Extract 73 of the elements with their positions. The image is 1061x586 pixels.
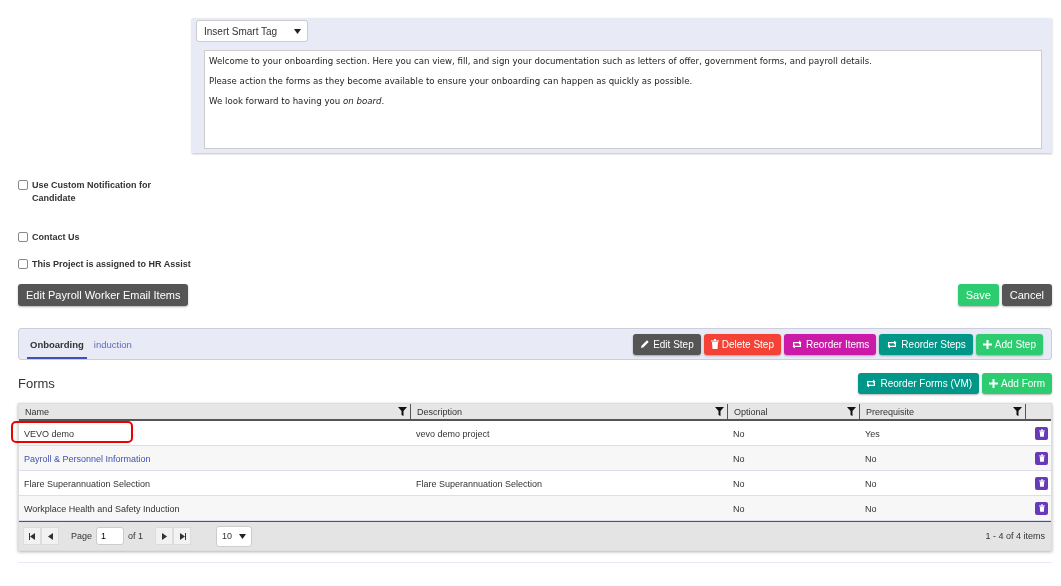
checkbox-label: Use Custom Notification for Candidate xyxy=(32,179,152,205)
repeat-icon xyxy=(886,339,899,349)
first-page-icon xyxy=(28,532,36,540)
action-button[interactable]: Cancel xyxy=(1001,284,1052,306)
page-size-dropdown[interactable]: 10 xyxy=(216,525,253,547)
column-header[interactable]: Description xyxy=(417,406,463,417)
filter-icon[interactable] xyxy=(1013,407,1022,416)
step-button[interactable]: Delete Step xyxy=(703,333,781,355)
delete-button[interactable] xyxy=(1035,476,1048,490)
step-tab[interactable]: Onboarding xyxy=(27,331,87,359)
next-page-button[interactable] xyxy=(155,527,174,545)
table-cell: Flare Superannuation Selection xyxy=(24,479,151,489)
table-cell-text: No xyxy=(864,454,878,464)
caret-icon xyxy=(239,533,247,539)
trash-icon xyxy=(1038,454,1045,462)
page-field[interactable]: 1 xyxy=(96,527,125,545)
page-count: of 1 xyxy=(128,531,144,541)
table-cell-text: Flare Superannuation Selection xyxy=(415,479,544,489)
table-cell-text: No xyxy=(864,479,878,489)
table-cell-text: Yes xyxy=(864,429,881,439)
caret-icon xyxy=(294,28,301,34)
step-tab[interactable]: induction xyxy=(90,331,135,359)
message-paragraph: We look forward to having you on board. xyxy=(209,96,386,106)
column-header[interactable]: Prerequisite xyxy=(866,406,915,417)
trash-icon xyxy=(1038,479,1045,487)
form-button[interactable]: Reorder Forms (VM) xyxy=(858,373,980,394)
table-cell-text: No xyxy=(732,504,746,514)
message-paragraph: Please action the forms as they become available to ensure your onboarding can happen as quickly as possible. xyxy=(209,76,694,86)
trash-icon xyxy=(1038,504,1045,512)
table-cell: VEVO demo xyxy=(24,429,75,439)
trash-icon xyxy=(710,339,719,349)
checkbox[interactable] xyxy=(18,259,28,269)
repeat-icon xyxy=(865,379,878,388)
step-button[interactable]: Reorder Items xyxy=(784,333,877,355)
plus-icon xyxy=(989,379,999,388)
table-cell-text: No xyxy=(732,454,746,464)
table-cell-text: No xyxy=(732,429,746,439)
checkbox-label: Contact Us xyxy=(32,231,80,244)
right-triangle-icon xyxy=(160,532,168,540)
trash-icon xyxy=(1038,429,1045,437)
plus-icon xyxy=(982,339,992,349)
page-label: Page xyxy=(71,531,93,541)
form-link[interactable]: Payroll & Personnel Information xyxy=(24,454,151,464)
smart-tag-dropdown[interactable]: Insert Smart Tag xyxy=(196,20,308,42)
message-editor[interactable] xyxy=(204,50,1042,149)
last-page-icon xyxy=(178,532,186,540)
repeat-icon xyxy=(791,339,803,349)
table-cell: Workplace Health and Safety Induction xyxy=(24,504,180,514)
table-cell-text: vevo demo project xyxy=(415,429,491,439)
checkbox-label: This Project is assigned to HR Assist xyxy=(32,258,191,271)
filter-icon[interactable] xyxy=(398,407,407,416)
column-header[interactable]: Name xyxy=(25,406,49,417)
forms-title: Forms xyxy=(18,376,55,391)
items-summary: 1 - 4 of 4 items xyxy=(985,531,1045,541)
pencil-icon xyxy=(640,339,651,349)
message-paragraph: Welcome to your onboarding section. Here you can view, fill, and sign your documentation such as letters of offer, government forms, and payroll details. xyxy=(209,56,873,66)
edit-email-items-button[interactable]: Edit Payroll Worker Email Items xyxy=(18,284,189,306)
table-cell-text: No xyxy=(732,479,746,489)
delete-button[interactable] xyxy=(1035,426,1048,440)
step-button[interactable]: Edit Step xyxy=(633,333,701,355)
step-button[interactable]: Reorder Steps xyxy=(879,333,973,355)
filter-icon[interactable] xyxy=(847,407,856,416)
delete-button[interactable] xyxy=(1035,501,1048,515)
checkbox[interactable] xyxy=(18,232,28,242)
last-page-button[interactable] xyxy=(173,527,192,545)
first-page-button[interactable] xyxy=(23,527,41,545)
column-header[interactable]: Optional xyxy=(734,406,768,417)
left-triangle-icon xyxy=(46,532,54,540)
previous-page-button[interactable] xyxy=(41,527,59,545)
checkbox[interactable] xyxy=(18,180,28,190)
delete-button[interactable] xyxy=(1035,451,1048,465)
filter-icon[interactable] xyxy=(715,407,724,416)
table-cell-text: No xyxy=(864,504,878,514)
